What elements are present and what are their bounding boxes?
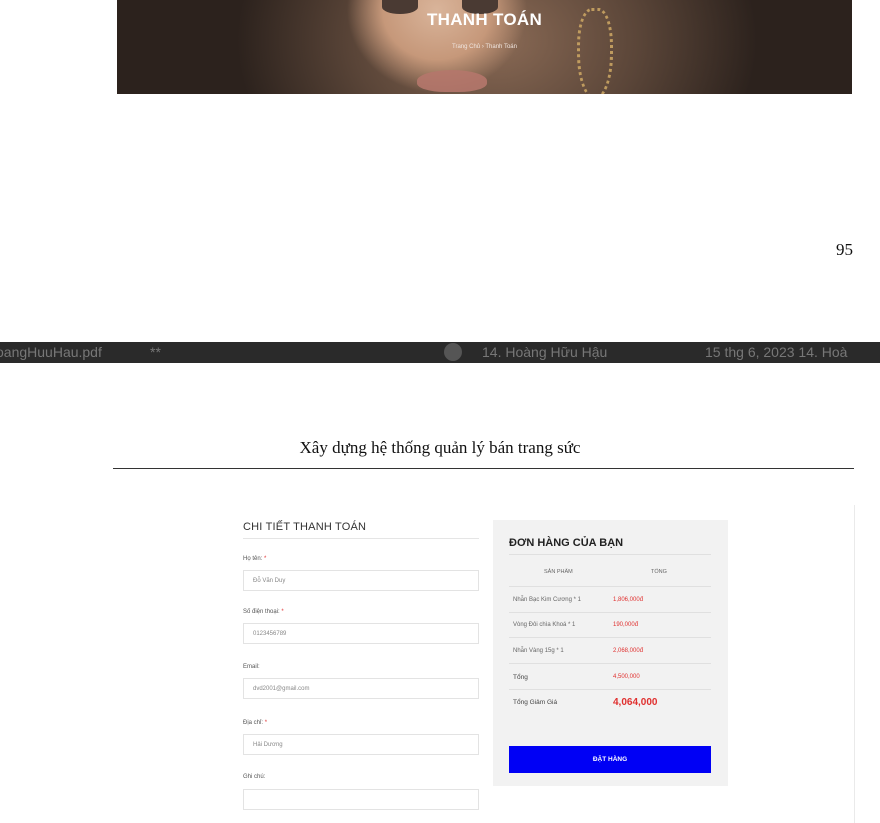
fullname-field[interactable]: Đỗ Văn Duy [243,570,479,591]
order-divider [509,554,711,555]
breadcrumb-separator-icon: › [481,44,484,50]
subtotal-value: 4,500,000 [613,674,640,680]
document-title: Xây dựng hệ thống quản lý bán trang sức [299,438,581,457]
order-item-price: 1,806,000đ [613,597,644,603]
order-item-name: Vòng Đôi chìa Khoá * 1 [513,622,576,628]
subtotal-label: Tổng [513,674,528,681]
model-lips [417,70,487,92]
more-icon[interactable]: ** [150,344,161,360]
note-label: Ghi chú: [243,774,266,780]
order-item-name: Nhẫn Vàng 15g * 1 [513,648,564,654]
breadcrumb-home-link[interactable]: Trang Chủ [452,44,480,50]
place-order-button[interactable]: ĐẶT HÀNG [509,746,711,773]
email-label: Email: [243,664,260,670]
address-field[interactable]: Hải Dương [243,734,479,755]
pdf-viewer-bar: oangHuuHau.pdf ** 14. Hoàng Hữu Hậu 15 t… [0,342,880,363]
required-mark: * [264,556,267,562]
order-item-price: 190,000đ [613,622,639,628]
author-name: 14. Hoàng Hữu Hậu [482,344,608,360]
order-title: ĐƠN HÀNG CỦA BẠN [509,537,624,549]
email-field[interactable]: dvd2001@gmail.com [243,678,479,699]
title-rule [113,468,854,469]
billing-divider [243,538,479,539]
hero-banner: THANH TOÁN Trang Chủ › Thanh Toán [117,0,852,94]
required-mark: * [264,720,268,726]
required-mark: * [281,609,284,615]
breadcrumb-current: Thanh Toán [485,44,517,50]
timestamp: 15 thg 6, 2023 14. Hoà [705,344,848,360]
row-divider [509,663,711,664]
page-number: 95 [836,240,853,259]
discount-label: Tổng Giảm Giá [513,699,558,706]
note-field[interactable] [243,789,479,810]
row-divider [509,586,711,587]
product-column-header: SẢN PHẨM [544,569,573,575]
order-item-price: 2,068,000đ [613,648,644,654]
total-column-header: TỔNG [651,569,667,575]
row-divider [509,689,711,690]
avatar [444,343,462,361]
phone-label: Số điện thoại: * [243,609,284,615]
panel-border [854,505,855,823]
row-divider [509,637,711,638]
billing-title: CHI TIẾT THANH TOÁN [243,521,367,533]
phone-field[interactable]: 0123456789 [243,623,479,644]
discount-value: 4,064,000 [613,697,658,708]
fullname-label: Họ tên: * [243,556,267,562]
file-name[interactable]: oangHuuHau.pdf [0,344,102,360]
hero-title: THANH TOÁN [426,10,543,29]
breadcrumb: Trang Chủ › Thanh Toán [117,44,852,50]
address-label: Địa chỉ: * [243,720,268,726]
row-divider [509,612,711,613]
order-item-name: Nhẫn Bạc Kim Cương * 1 [513,597,581,603]
